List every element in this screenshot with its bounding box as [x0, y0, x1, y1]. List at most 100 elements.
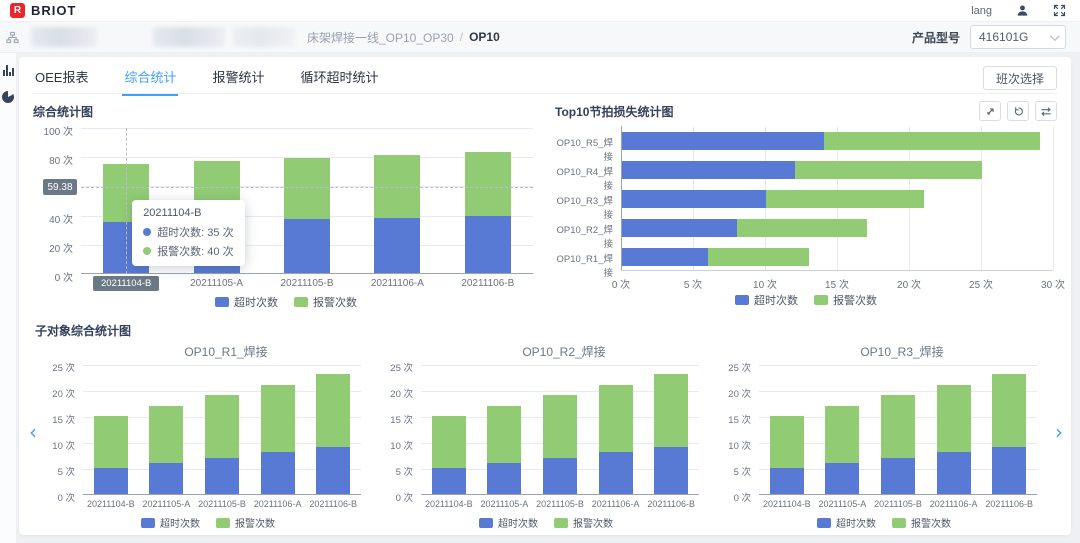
- bar[interactable]: [992, 374, 1026, 494]
- bar-segment-alarm[interactable]: [149, 406, 183, 463]
- bar-segment-timeout[interactable]: [622, 219, 737, 237]
- bar[interactable]: [316, 374, 350, 494]
- tab-alarm-stats[interactable]: 报警统计: [210, 61, 266, 96]
- bar[interactable]: [284, 158, 330, 273]
- bar-segment-alarm[interactable]: [992, 374, 1026, 447]
- expand-icon[interactable]: [979, 101, 1001, 121]
- language-switcher[interactable]: lang: [971, 5, 992, 17]
- bar-segment-alarm[interactable]: [795, 161, 982, 179]
- bar-segment-alarm[interactable]: [881, 395, 915, 457]
- legend-item[interactable]: 超时次数: [735, 292, 798, 308]
- bar-segment-timeout[interactable]: [654, 447, 688, 494]
- bar[interactable]: [543, 395, 577, 494]
- legend-item[interactable]: 报警次数: [216, 515, 275, 530]
- fullscreen-icon[interactable]: [1053, 4, 1066, 17]
- bar-segment-timeout[interactable]: [622, 190, 766, 208]
- tab-oee-report[interactable]: OEE报表: [33, 61, 90, 96]
- bar-segment-alarm[interactable]: [543, 395, 577, 457]
- bar[interactable]: [622, 219, 867, 237]
- bar-segment-alarm[interactable]: [737, 219, 867, 237]
- bar-segment-timeout[interactable]: [622, 161, 795, 179]
- bar-segment-alarm[interactable]: [654, 374, 688, 447]
- bar[interactable]: [261, 385, 295, 494]
- bar-segment-alarm[interactable]: [599, 385, 633, 453]
- bar[interactable]: [825, 406, 859, 494]
- bar[interactable]: [205, 395, 239, 494]
- bar-segment-alarm[interactable]: [770, 416, 804, 468]
- bar-segment-timeout[interactable]: [261, 452, 295, 494]
- bar-segment-timeout[interactable]: [316, 447, 350, 494]
- bar-segment-alarm[interactable]: [261, 385, 295, 453]
- bar-segment-timeout[interactable]: [543, 458, 577, 494]
- legend-item[interactable]: 超时次数: [817, 515, 876, 530]
- shift-select-button[interactable]: 班次选择: [983, 66, 1057, 90]
- bar-segment-alarm[interactable]: [708, 248, 809, 266]
- bar-segment-timeout[interactable]: [205, 458, 239, 494]
- bar-segment-alarm[interactable]: [205, 395, 239, 457]
- bar-segment-alarm[interactable]: [487, 406, 521, 463]
- carousel-next-icon[interactable]: ›: [1055, 422, 1063, 442]
- bar-segment-alarm[interactable]: [316, 374, 350, 447]
- bar[interactable]: [654, 374, 688, 494]
- bar-segment-alarm[interactable]: [374, 155, 420, 218]
- subchart-op10-r3[interactable]: 0 次5 次10 次15 次20 次25 次20211104-B20211105…: [723, 360, 1045, 535]
- bar-segment-timeout[interactable]: [94, 468, 128, 494]
- overall-stats-chart[interactable]: 0 次20 次40 次60 次80 次100 次20211104-B202111…: [33, 120, 539, 314]
- legend-item[interactable]: 报警次数: [892, 515, 951, 530]
- bar-segment-alarm[interactable]: [284, 158, 330, 219]
- bar[interactable]: [487, 406, 521, 494]
- bar-segment-timeout[interactable]: [487, 463, 521, 494]
- bar-segment-timeout[interactable]: [149, 463, 183, 494]
- subchart-op10-r2[interactable]: 0 次5 次10 次15 次20 次25 次20211104-B20211105…: [385, 360, 707, 535]
- bar-segment-alarm[interactable]: [937, 385, 971, 453]
- bar[interactable]: [94, 416, 128, 494]
- bar-segment-alarm[interactable]: [766, 190, 924, 208]
- legend-item[interactable]: 超时次数: [141, 515, 200, 530]
- bar-segment-timeout[interactable]: [937, 452, 971, 494]
- bar[interactable]: [432, 416, 466, 494]
- swap-icon[interactable]: [1035, 101, 1057, 121]
- bar-segment-alarm[interactable]: [824, 132, 1040, 150]
- bar-segment-timeout[interactable]: [465, 216, 511, 273]
- tab-cycle-timeout-stats[interactable]: 循环超时统计: [299, 61, 381, 96]
- bar-segment-timeout[interactable]: [992, 447, 1026, 494]
- bar-segment-timeout[interactable]: [374, 218, 420, 273]
- bar[interactable]: [374, 155, 420, 273]
- bar-segment-alarm[interactable]: [825, 406, 859, 463]
- restore-icon[interactable]: [1007, 101, 1029, 121]
- bar-segment-timeout[interactable]: [284, 219, 330, 273]
- bar[interactable]: [937, 385, 971, 494]
- org-tree-icon[interactable]: [6, 31, 19, 44]
- subchart-op10-r1[interactable]: 0 次5 次10 次15 次20 次25 次20211104-B20211105…: [47, 360, 369, 535]
- sidebar-item-piechart-icon[interactable]: [2, 91, 14, 103]
- bar-segment-timeout[interactable]: [622, 132, 824, 150]
- bar-segment-alarm[interactable]: [432, 416, 466, 468]
- bar-segment-alarm[interactable]: [94, 416, 128, 468]
- top10-loss-chart[interactable]: 0 次5 次10 次15 次20 次25 次30 次OP10_R5_焊接OP10…: [555, 120, 1057, 311]
- legend-item[interactable]: 报警次数: [814, 292, 877, 308]
- user-icon[interactable]: [1016, 4, 1029, 17]
- bar[interactable]: [465, 152, 511, 273]
- bar[interactable]: [149, 406, 183, 494]
- bar[interactable]: [622, 161, 982, 179]
- tab-overall-stats[interactable]: 综合统计: [122, 61, 178, 96]
- legend-item[interactable]: 报警次数: [554, 515, 613, 530]
- legend-item[interactable]: 超时次数: [215, 294, 278, 310]
- carousel-prev-icon[interactable]: ‹: [29, 422, 37, 442]
- product-model-select[interactable]: 416101G: [970, 25, 1066, 49]
- bar-segment-alarm[interactable]: [465, 152, 511, 216]
- legend-item[interactable]: 报警次数: [294, 294, 357, 310]
- bar-segment-timeout[interactable]: [825, 463, 859, 494]
- bar[interactable]: [622, 132, 1040, 150]
- sidebar-item-barchart-icon[interactable]: [3, 65, 14, 76]
- bar[interactable]: [622, 190, 924, 208]
- bar-segment-timeout[interactable]: [770, 468, 804, 494]
- bar[interactable]: [622, 248, 809, 266]
- legend-item[interactable]: 超时次数: [479, 515, 538, 530]
- bar-segment-timeout[interactable]: [599, 452, 633, 494]
- bar[interactable]: [770, 416, 804, 494]
- bar-segment-timeout[interactable]: [881, 458, 915, 494]
- bar[interactable]: [599, 385, 633, 494]
- bar[interactable]: [881, 395, 915, 494]
- bar-segment-timeout[interactable]: [622, 248, 708, 266]
